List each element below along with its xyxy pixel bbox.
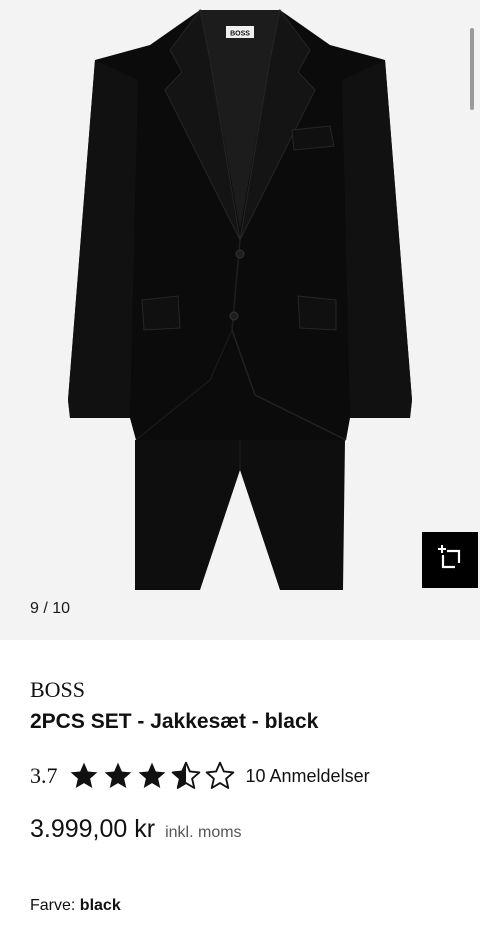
find-similar-button[interactable]: [422, 532, 478, 588]
brand-name[interactable]: BOSS: [30, 677, 85, 703]
rating-summary[interactable]: 3.7 10 Anmeldelser: [30, 760, 370, 792]
gallery-scrollbar[interactable]: [470, 28, 474, 110]
rating-stars: [68, 760, 236, 792]
color-selector-label: Farve: black: [30, 897, 121, 915]
rating-value: 3.7: [30, 763, 58, 788]
color-value: black: [79, 897, 121, 914]
star-filled-icon: [104, 762, 131, 788]
color-label: Farve:: [30, 897, 76, 914]
star-half-icon: [171, 761, 200, 789]
price-row: 3.999,00 kr inkl. moms: [30, 815, 242, 844]
svg-text:BOSS: BOSS: [230, 31, 250, 38]
image-counter: 9 / 10: [30, 600, 71, 617]
product-image: BOSS: [68, 8, 412, 590]
reviews-link[interactable]: 10 Anmeldelser: [246, 766, 370, 787]
find-similar-icon: [435, 543, 465, 578]
star-filled-icon: [138, 762, 165, 788]
product-image-gallery[interactable]: BOSS 9 / 10: [0, 0, 480, 640]
star-filled-icon: [70, 762, 97, 788]
vat-note: inkl. moms: [165, 824, 242, 841]
star-empty-icon: [205, 761, 234, 789]
product-title: 2PCS SET - Jakkesæt - black: [30, 710, 319, 733]
price: 3.999,00 kr: [30, 815, 156, 843]
